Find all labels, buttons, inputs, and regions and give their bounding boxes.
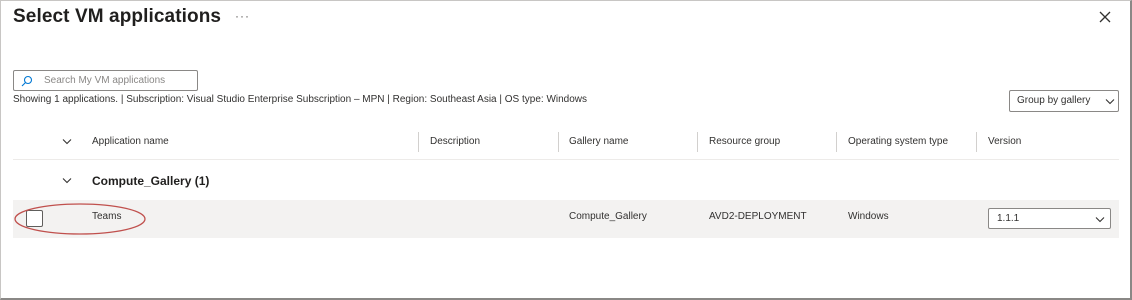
search-icon xyxy=(21,75,33,87)
cell-os-type: Windows xyxy=(848,211,889,222)
column-header-description[interactable]: Description xyxy=(430,136,480,147)
version-value: 1.1.1 xyxy=(997,213,1020,224)
row-select-checkbox[interactable] xyxy=(26,210,43,227)
search-input[interactable] xyxy=(44,73,194,88)
column-divider[interactable] xyxy=(976,132,977,152)
results-summary: Showing 1 applications. | Subscription: … xyxy=(13,94,588,105)
column-header-application-name[interactable]: Application name xyxy=(92,136,169,147)
column-header-os-type[interactable]: Operating system type xyxy=(848,136,948,147)
cell-resource-group: AVD2-DEPLOYMENT xyxy=(709,211,807,222)
collapse-all-chevron-icon[interactable] xyxy=(62,138,72,145)
close-icon[interactable] xyxy=(1097,9,1113,25)
column-header-version[interactable]: Version xyxy=(988,136,1021,147)
group-header-row[interactable]: Compute_Gallery (1) xyxy=(13,161,1119,199)
column-divider[interactable] xyxy=(697,132,698,152)
panel-title: Select VM applications xyxy=(13,6,222,27)
chevron-down-icon[interactable] xyxy=(62,177,72,184)
search-box[interactable] xyxy=(13,70,198,91)
group-label: Compute_Gallery (1) xyxy=(92,174,210,188)
column-divider[interactable] xyxy=(418,132,419,152)
table-row[interactable]: Teams Compute_Gallery AVD2-DEPLOYMENT Wi… xyxy=(13,200,1119,238)
group-by-label: Group by gallery xyxy=(1017,95,1091,106)
column-divider[interactable] xyxy=(558,132,559,152)
vm-applications-panel: Select VM applications ··· Showing 1 app… xyxy=(0,0,1132,300)
cell-application-name: Teams xyxy=(92,211,122,222)
column-header-resource-group[interactable]: Resource group xyxy=(709,136,780,147)
version-dropdown[interactable]: 1.1.1 xyxy=(988,208,1111,229)
column-divider[interactable] xyxy=(836,132,837,152)
table-header: Application name Description Gallery nam… xyxy=(13,122,1119,160)
group-by-dropdown[interactable]: Group by gallery xyxy=(1009,90,1119,112)
cell-gallery-name: Compute_Gallery xyxy=(569,211,647,222)
chevron-down-icon xyxy=(1095,217,1105,223)
more-options-button[interactable]: ··· xyxy=(235,9,250,23)
column-header-gallery-name[interactable]: Gallery name xyxy=(569,136,628,147)
chevron-down-icon xyxy=(1105,99,1115,105)
